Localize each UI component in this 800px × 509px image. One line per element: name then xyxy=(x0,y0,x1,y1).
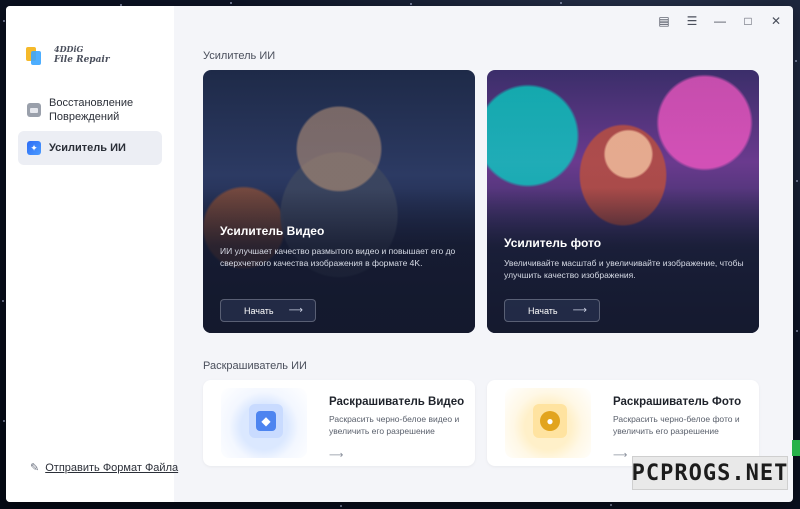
photo-colorizer-illustration: ● xyxy=(505,388,591,458)
palette-icon: ● xyxy=(540,411,560,431)
card-description: ИИ улучшает качество размытого видео и п… xyxy=(220,246,456,268)
card-description: Раскрасить черно-белое фото и увеличить … xyxy=(613,414,740,436)
video-colorizer-card[interactable]: ◆ Раскрашиватель Видео Раскрасить черно-… xyxy=(203,380,475,466)
paint-bucket-icon: ◆ xyxy=(256,411,276,431)
submit-file-format-link[interactable]: ✎ Отправить Формат Файла xyxy=(30,461,179,475)
video-enhancer-card[interactable]: Усилитель Видео ИИ улучшает качество раз… xyxy=(203,70,475,333)
sidebar-item-ai-enhancer[interactable]: ✦ Усилитель ИИ xyxy=(18,131,162,165)
magic-wand-icon: ✦ xyxy=(27,141,41,155)
logo-product: File Repair xyxy=(54,55,110,65)
photo-enhancer-start-button[interactable]: Начать ⟶ xyxy=(504,299,600,322)
video-colorizer-illustration: ◆ xyxy=(221,388,307,458)
watermark: PCPROGS.NET xyxy=(632,456,788,490)
button-label: Начать xyxy=(244,305,274,316)
sidebar-item-label: Восстановление Повреждений xyxy=(49,97,134,123)
menu-icon[interactable]: ☰ xyxy=(685,14,699,28)
card-title: Раскрашиватель Видео xyxy=(329,396,465,408)
maximize-icon[interactable]: □ xyxy=(741,14,755,28)
photo-colorizer-card[interactable]: ● Раскрашиватель Фото Раскрасить черно-б… xyxy=(487,380,759,466)
app-window: 4DDiG File Repair Восстановление Поврежд… xyxy=(6,6,793,502)
submit-format-label: Отправить Формат Файла xyxy=(45,461,179,474)
folder-icon xyxy=(27,103,41,117)
button-label: Начать xyxy=(528,305,558,316)
video-enhancer-start-button[interactable]: Начать ⟶ xyxy=(220,299,316,322)
card-title: Усилитель фото xyxy=(504,236,602,250)
section-title-ai-enhancer: Усилитель ИИ xyxy=(203,50,276,62)
card-title: Усилитель Видео xyxy=(220,224,325,238)
card-description: Увеличивайте масштаб и увеличивайте изоб… xyxy=(504,258,744,280)
sidebar-item-label: Усилитель ИИ xyxy=(49,142,126,154)
logo-icon xyxy=(26,45,42,65)
card-title: Раскрашиватель Фото xyxy=(613,396,742,408)
sidebar: 4DDiG File Repair Восстановление Поврежд… xyxy=(6,6,178,502)
pencil-icon: ✎ xyxy=(30,462,40,474)
arrow-right-icon[interactable]: ⟶ xyxy=(613,450,627,461)
logo-brand: 4DDiG xyxy=(54,44,84,54)
arrow-right-icon: ⟶ xyxy=(288,305,303,316)
close-icon[interactable]: ✕ xyxy=(769,14,783,28)
section-title-ai-colorizer: Раскрашиватель ИИ xyxy=(203,360,307,372)
card-description: Раскрасить черно-белое видео и увеличить… xyxy=(329,414,460,436)
desktop-edge xyxy=(792,440,800,456)
app-logo: 4DDiG File Repair xyxy=(26,44,110,66)
arrow-right-icon[interactable]: ⟶ xyxy=(329,450,343,461)
photo-enhancer-card[interactable]: Усилитель фото Увеличивайте масштаб и ув… xyxy=(487,70,759,333)
title-bar-controls: ▤ ☰ — □ ✕ xyxy=(657,14,783,28)
arrow-right-icon: ⟶ xyxy=(572,305,587,316)
minimize-icon[interactable]: — xyxy=(713,14,727,28)
feedback-icon[interactable]: ▤ xyxy=(657,14,671,28)
sidebar-item-recovery[interactable]: Восстановление Повреждений xyxy=(18,90,162,130)
